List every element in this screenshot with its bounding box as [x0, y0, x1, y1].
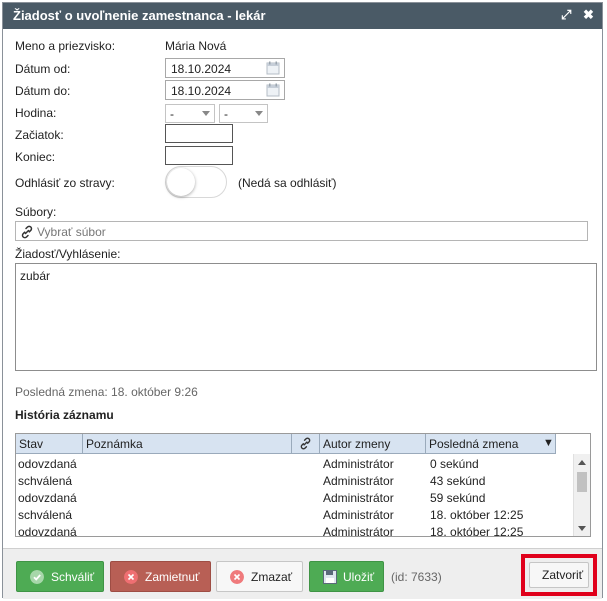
hour-select-2-value: - — [224, 107, 228, 121]
start-input[interactable] — [165, 124, 233, 143]
scroll-up-icon[interactable] — [578, 460, 586, 465]
maximize-icon[interactable]: ⤢ — [561, 7, 571, 23]
request-text: zubár — [20, 269, 51, 283]
reject-label: Zamietnuť — [145, 570, 200, 584]
hour-select-1-value: - — [170, 107, 174, 121]
delete-button[interactable]: Zmazať — [216, 561, 303, 592]
save-button[interactable]: Uložiť — [309, 561, 384, 592]
column-header-note[interactable]: Poznámka — [83, 434, 292, 453]
floppy-disk-icon — [323, 570, 337, 584]
scroll-thumb[interactable] — [577, 472, 587, 492]
date-to-label: Dátum do: — [15, 84, 71, 98]
files-label: Súbory: — [15, 205, 57, 219]
hour-select-1[interactable]: - — [165, 104, 215, 123]
approve-label: Schváliť — [51, 570, 95, 584]
date-to-input[interactable]: 18.10.2024 — [165, 80, 285, 100]
scroll-down-icon[interactable] — [578, 526, 586, 531]
request-textarea[interactable]: zubár — [15, 263, 597, 371]
link-icon — [300, 437, 311, 450]
chevron-down-icon — [255, 111, 263, 116]
date-from-value: 18.10.2024 — [171, 62, 232, 76]
table-row[interactable]: odovzdaná Administrátor 18. október 12:2… — [16, 524, 574, 536]
column-header-author[interactable]: Autor zmeny — [320, 434, 426, 453]
check-circle-icon — [30, 570, 44, 584]
x-circle-icon — [230, 570, 244, 584]
sort-desc-icon[interactable]: ▼ — [543, 437, 554, 449]
column-header-attachment[interactable] — [292, 434, 320, 453]
approve-button[interactable]: Schváliť — [16, 561, 104, 592]
record-id: (id: 7633) — [391, 570, 442, 584]
meal-toggle[interactable] — [165, 166, 227, 198]
column-header-last-change[interactable]: Posledná zmena ▼ — [426, 434, 556, 453]
file-picker[interactable]: Vybrať súbor — [15, 221, 588, 241]
table-row[interactable]: odovzdaná Administrátor 0 sekúnd — [16, 456, 574, 473]
date-to-value: 18.10.2024 — [171, 84, 232, 98]
request-dialog: Žiadosť o uvoľnenie zamestnanca - lekár … — [2, 2, 603, 599]
history-title: História záznamu — [15, 408, 114, 422]
save-label: Uložiť — [343, 570, 375, 584]
request-label: Žiadosť/Vyhlásenie: — [15, 247, 121, 261]
meal-note: (Nedá sa odhlásiť) — [238, 176, 337, 190]
chevron-down-icon — [202, 111, 210, 116]
toggle-knob[interactable] — [167, 168, 195, 196]
close-icon[interactable]: ✖ — [583, 7, 594, 23]
dialog-titlebar[interactable]: Žiadosť o uvoľnenie zamestnanca - lekár … — [3, 3, 602, 29]
column-header-status[interactable]: Stav — [16, 434, 83, 453]
link-icon — [21, 225, 33, 239]
hour-select-2[interactable]: - — [219, 104, 268, 123]
table-row[interactable]: schválená Administrátor 43 sekúnd — [16, 473, 574, 490]
last-change: Posledná zmena: 18. október 9:26 — [15, 385, 198, 399]
date-from-label: Dátum od: — [15, 62, 71, 76]
dialog-footer: Schváliť Zamietnuť Zmazať Uložiť (id: 76… — [3, 548, 602, 599]
x-circle-icon — [124, 570, 138, 584]
delete-label: Zmazať — [251, 570, 293, 584]
reject-button[interactable]: Zamietnuť — [110, 561, 211, 592]
start-label: Začiatok: — [15, 128, 64, 142]
hour-label: Hodina: — [15, 106, 57, 120]
close-label: Zatvoriť — [542, 568, 584, 582]
calendar-icon[interactable] — [266, 83, 280, 97]
date-from-input[interactable]: 18.10.2024 — [165, 58, 285, 78]
name-label: Meno a priezvisko: — [15, 39, 116, 53]
grid-header: Stav Poznámka Autor zmeny Posledná zmena… — [16, 434, 556, 454]
table-row[interactable]: odovzdaná Administrátor 59 sekúnd — [16, 490, 574, 507]
grid-scrollbar[interactable] — [573, 454, 590, 536]
file-picker-placeholder: Vybrať súbor — [37, 225, 106, 239]
calendar-icon[interactable] — [266, 61, 280, 75]
dialog-title: Žiadosť o uvoľnenie zamestnanca - lekár — [13, 8, 266, 23]
close-button-highlight: Zatvoriť — [521, 554, 597, 596]
close-button[interactable]: Zatvoriť — [529, 562, 589, 588]
end-input[interactable] — [165, 146, 233, 165]
table-row[interactable]: schválená Administrátor 18. október 12:2… — [16, 507, 574, 524]
meal-label: Odhlásiť zo stravy: — [15, 176, 115, 190]
end-label: Koniec: — [15, 150, 56, 164]
history-grid: Stav Poznámka Autor zmeny Posledná zmena… — [15, 433, 591, 537]
name-value: Mária Nová — [165, 39, 227, 53]
